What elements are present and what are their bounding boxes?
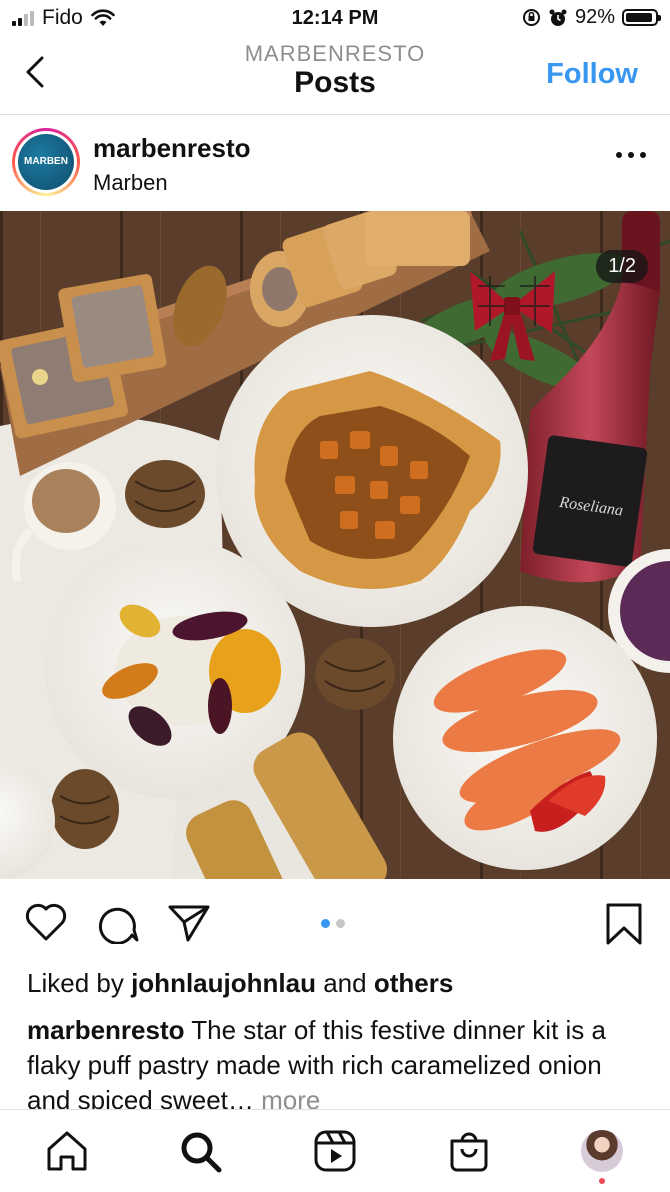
reels-icon[interactable] (313, 1129, 357, 1173)
bottom-tab-bar (0, 1109, 670, 1192)
post-username[interactable]: marbenresto (93, 133, 251, 164)
top-nav: MARBENRESTO Posts Follow (0, 36, 670, 115)
carousel-dots (321, 919, 345, 928)
shop-icon[interactable] (448, 1129, 490, 1173)
search-icon[interactable] (178, 1129, 224, 1175)
more-dots-icon[interactable] (614, 148, 648, 162)
liked-others-link[interactable]: others (374, 968, 453, 998)
post-actions (0, 880, 670, 966)
avatar[interactable]: MARBEN (12, 128, 80, 196)
post-caption: marbenresto The star of this festive din… (27, 1013, 647, 1118)
avatar-logo: MARBEN (18, 134, 74, 190)
profile-tab-avatar[interactable] (581, 1130, 623, 1172)
carousel-dot (336, 919, 345, 928)
food-photo-illustration: Roseliana (0, 211, 670, 879)
post-location[interactable]: Marben (93, 170, 168, 196)
send-icon[interactable] (166, 902, 212, 944)
bookmark-icon[interactable] (604, 902, 644, 946)
battery-percent: 92% (574, 6, 615, 28)
heart-icon[interactable] (24, 902, 68, 942)
carousel-dot (321, 919, 330, 928)
status-bar: Fido 12:14 PM 92% (0, 0, 670, 36)
battery-icon (622, 9, 661, 26)
liked-and: and (323, 968, 367, 998)
image-counter: 1/2 (596, 250, 648, 283)
liked-prefix: Liked by (27, 968, 124, 998)
follow-button[interactable]: Follow (546, 58, 638, 91)
alarm-icon (549, 9, 567, 26)
home-icon[interactable] (45, 1129, 89, 1173)
caption-username[interactable]: marbenresto (27, 1015, 185, 1045)
likes-line: Liked by johnlaujohnlau and others (27, 968, 453, 999)
comment-icon[interactable] (96, 902, 140, 944)
post-header: MARBEN marbenresto Marben (0, 115, 670, 211)
notification-dot (599, 1178, 605, 1184)
liked-user-link[interactable]: johnlaujohnlau (131, 968, 316, 998)
rotation-lock-icon (522, 9, 540, 26)
post-photo[interactable]: Roseliana (0, 211, 670, 879)
